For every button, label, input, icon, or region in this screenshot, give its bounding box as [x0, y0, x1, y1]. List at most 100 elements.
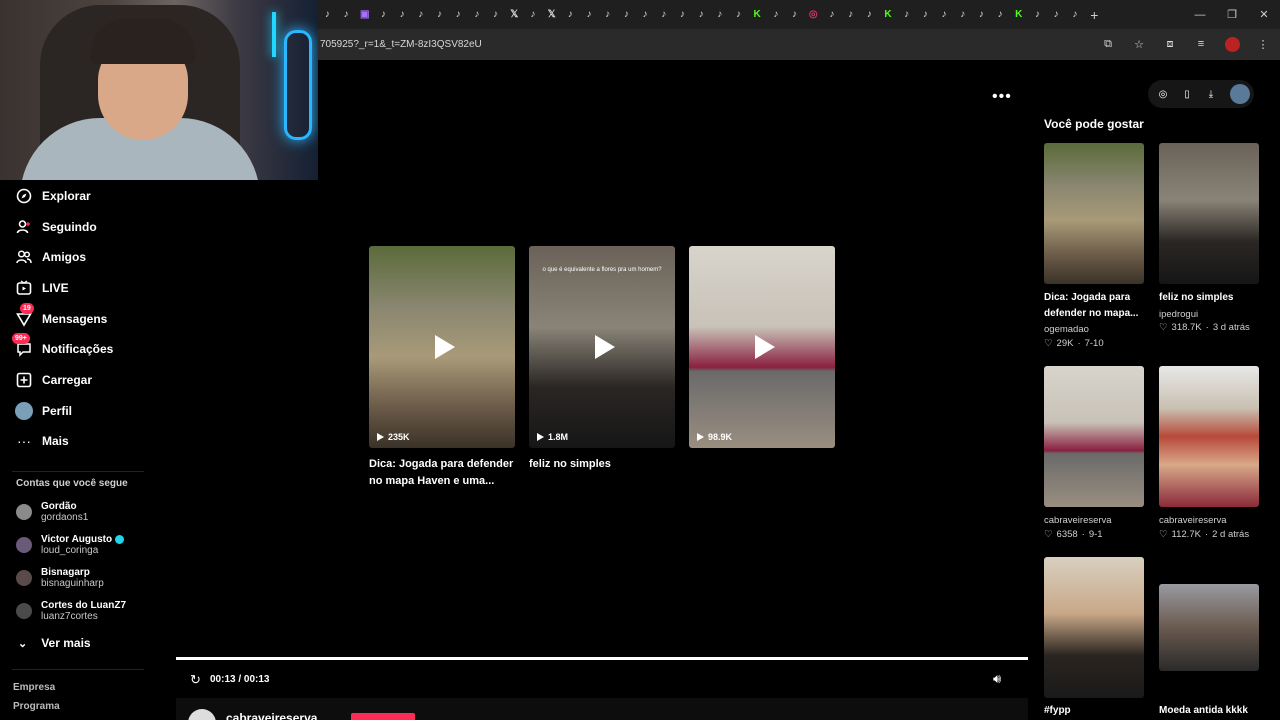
- avatar[interactable]: [188, 709, 216, 720]
- mobile-icon[interactable]: ▯: [1180, 87, 1194, 101]
- nav-carregar[interactable]: Carregar: [14, 368, 92, 392]
- tiktok-tab-icon[interactable]: ♪: [841, 7, 860, 23]
- suggested-video-thumbnail[interactable]: [1159, 584, 1259, 671]
- tiktok-tab-icon[interactable]: ♪: [935, 7, 954, 23]
- nav-seguindo[interactable]: Seguindo: [14, 215, 97, 239]
- nav-explorar[interactable]: Explorar: [14, 184, 91, 208]
- tiktok-tab-icon[interactable]: ♪: [561, 7, 580, 23]
- author-username[interactable]: cabraveireserva: [226, 711, 317, 720]
- replay-icon[interactable]: ↻: [190, 672, 201, 688]
- video-card[interactable]: 235K: [369, 246, 515, 448]
- maximize-icon[interactable]: ❐: [1216, 0, 1248, 29]
- suggested-video-thumbnail[interactable]: [1044, 143, 1144, 284]
- volume-icon[interactable]: 🔊︎: [993, 671, 1001, 687]
- tiktok-tab-icon[interactable]: ♪: [636, 7, 655, 23]
- new-tab-button[interactable]: +: [1090, 7, 1098, 23]
- tiktok-tab-icon[interactable]: ♪: [916, 7, 935, 23]
- tiktok-tab-icon[interactable]: ♪: [972, 7, 991, 23]
- tiktok-tab-icon[interactable]: ♪: [729, 7, 748, 23]
- suggested-video-thumbnail[interactable]: [1159, 143, 1259, 284]
- tiktok-tab-icon[interactable]: ♪: [785, 7, 804, 23]
- kick-tab-icon[interactable]: K: [1009, 7, 1028, 23]
- tiktok-tab-icon[interactable]: ♪: [767, 7, 786, 23]
- suggested-video-title[interactable]: Dica: Jogada para defender no mapa...: [1044, 290, 1154, 322]
- browser-menu-icon[interactable]: ⋮: [1254, 35, 1272, 53]
- tiktok-tab-icon[interactable]: ♪: [411, 7, 430, 23]
- twitch-tab-icon[interactable]: ▣: [355, 7, 374, 23]
- x-tab-icon[interactable]: 𝕏: [505, 7, 524, 23]
- followed-account[interactable]: Victor Augusto loud_coringa: [16, 531, 125, 559]
- nav-mensagens[interactable]: 19 Mensagens: [14, 303, 107, 331]
- profile-avatar[interactable]: [1230, 84, 1250, 104]
- tiktok-tab-icon[interactable]: ♪: [991, 7, 1010, 23]
- download-icon[interactable]: ⤓: [1204, 87, 1218, 101]
- tiktok-tab-icon[interactable]: ♪: [897, 7, 916, 23]
- tiktok-tab-icon[interactable]: ♪: [1047, 7, 1066, 23]
- tiktok-tab-icon[interactable]: ♪: [337, 7, 356, 23]
- cast-icon[interactable]: ⧉: [1099, 35, 1117, 53]
- suggested-video-title[interactable]: feliz no simples: [1159, 290, 1269, 306]
- suggested-video-author[interactable]: ogemadao: [1044, 324, 1089, 335]
- tiktok-tab-icon[interactable]: ♪: [1028, 7, 1047, 23]
- see-more-button[interactable]: ⌄ Ver mais: [18, 636, 91, 650]
- video-progress-bar[interactable]: [176, 657, 1028, 660]
- reading-list-icon[interactable]: ≡: [1192, 35, 1210, 53]
- video-title[interactable]: Dica: Jogada para defender no mapa Haven…: [369, 456, 519, 490]
- kick-tab-icon[interactable]: K: [879, 7, 898, 23]
- nav-mais[interactable]: ··· Mais: [14, 429, 69, 453]
- tiktok-tab-icon[interactable]: ♪: [654, 7, 673, 23]
- suggested-video-thumbnail[interactable]: [1159, 366, 1259, 507]
- footer-link-programa[interactable]: Programa: [13, 701, 60, 712]
- tiktok-tab-icon[interactable]: ♪: [823, 7, 842, 23]
- extensions-icon[interactable]: ⧈: [1161, 35, 1179, 53]
- followed-account[interactable]: Bisnagarp bisnaguinharp: [16, 564, 104, 592]
- tiktok-tab-icon[interactable]: ♪: [393, 7, 412, 23]
- compass-icon[interactable]: ◎: [1156, 87, 1170, 101]
- suggested-video-thumbnail[interactable]: [1044, 366, 1144, 507]
- bookmark-star-icon[interactable]: ☆: [1130, 35, 1148, 53]
- tiktok-tab-icon[interactable]: ♪: [449, 7, 468, 23]
- video-title[interactable]: feliz no simples: [529, 456, 679, 473]
- nav-notificacoes[interactable]: 99+ Notificações: [12, 333, 113, 361]
- minimize-icon[interactable]: —: [1184, 0, 1216, 29]
- tiktok-tab-icon[interactable]: ♪: [468, 7, 487, 23]
- tiktok-tab-icon[interactable]: ♪: [430, 7, 449, 23]
- kick-tab-icon[interactable]: K: [748, 7, 767, 23]
- video-card[interactable]: o que é equivalente a flores pra um home…: [529, 246, 675, 448]
- suggested-video-title[interactable]: #fypp: [1044, 703, 1154, 719]
- tiktok-tab-icon[interactable]: ♪: [860, 7, 879, 23]
- suggested-video-author[interactable]: cabraveireserva: [1159, 515, 1227, 526]
- tiktok-tab-icon[interactable]: ♪: [486, 7, 505, 23]
- close-icon[interactable]: ✕: [1248, 0, 1280, 29]
- tiktok-tab-icon[interactable]: ♪: [692, 7, 711, 23]
- tiktok-tab-icon[interactable]: ♪: [710, 7, 729, 23]
- tiktok-tab-icon[interactable]: ♪: [318, 7, 337, 23]
- profile-avatar[interactable]: [1223, 35, 1241, 53]
- followed-account[interactable]: Gordão gordaons1: [16, 498, 88, 526]
- tiktok-tab-icon[interactable]: ♪: [374, 7, 393, 23]
- tiktok-tab-icon[interactable]: ♪: [953, 7, 972, 23]
- nav-perfil[interactable]: Perfil: [14, 399, 72, 423]
- more-options-icon[interactable]: •••: [992, 88, 1012, 106]
- footer-link-empresa[interactable]: Empresa: [13, 682, 55, 693]
- tiktok-tab-icon[interactable]: ♪: [617, 7, 636, 23]
- suggested-video-thumbnail[interactable]: [1044, 557, 1144, 698]
- tiktok-tab-icon[interactable]: ♪: [524, 7, 543, 23]
- x-tab-icon[interactable]: 𝕏: [542, 7, 561, 23]
- nav-live[interactable]: LIVE: [14, 276, 69, 300]
- followed-account[interactable]: Cortes do LuanZ7 luanz7cortes: [16, 597, 126, 625]
- account-name: Cortes do LuanZ7: [41, 600, 127, 611]
- suggested-video-author[interactable]: ipedrogui: [1159, 309, 1198, 320]
- suggested-video-title[interactable]: Moeda antida kkkk: [1159, 703, 1269, 719]
- video-card[interactable]: 98.9K: [689, 246, 835, 448]
- tiktok-tab-icon[interactable]: ♪: [673, 7, 692, 23]
- nav-amigos[interactable]: Amigos: [14, 245, 86, 269]
- tiktok-tab-icon[interactable]: ♪: [598, 7, 617, 23]
- suggested-video-author[interactable]: cabraveireserva: [1044, 515, 1112, 526]
- follow-button[interactable]: [351, 713, 415, 720]
- tiktok-tab-icon[interactable]: ♪: [580, 7, 599, 23]
- account-handle: luanz7cortes: [41, 611, 98, 622]
- instagram-tab-icon[interactable]: ◎: [804, 7, 823, 23]
- tiktok-tab-icon[interactable]: ♪: [1066, 7, 1085, 23]
- url-text[interactable]: 705925?_r=1&_t=ZM-8zI3QSV82eU: [318, 39, 482, 50]
